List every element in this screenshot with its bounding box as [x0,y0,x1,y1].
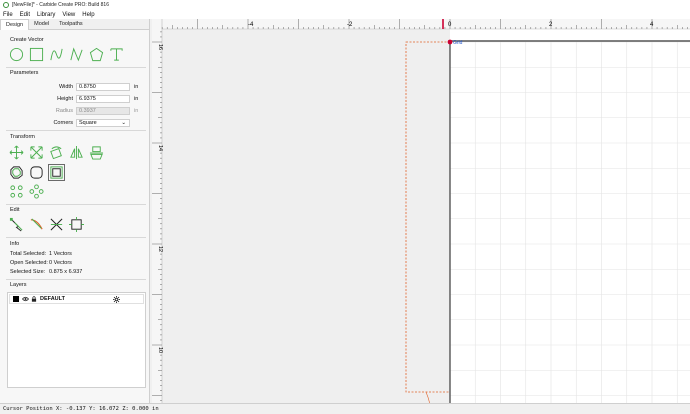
ruler-x-label-neg2: -2 [347,22,353,28]
offset-icon[interactable] [8,164,25,181]
chevron-down-icon: ⌄ [121,119,126,126]
radial-array-icon[interactable] [28,183,45,200]
divider [6,204,146,205]
corners-select[interactable]: Square ⌄ [76,118,130,127]
ruler-x-label-neg4: -4 [248,22,254,28]
grid [449,41,690,403]
open-selected-label: Open Selected: [10,260,48,266]
width-unit: in [134,83,139,90]
width-row: Width 0.8750 in [10,82,146,91]
menu-view[interactable]: View [62,12,75,18]
radius-label: Radius [55,107,73,114]
layer-name: DEFAULT [40,296,65,302]
workspace-background [162,29,450,403]
cursor-position: Cursor Position X: -0.137 Y: 16.072 Z: 0… [3,406,159,412]
create-vector-title: Create Vector [10,37,44,43]
open-selected-row: Open Selected: 0 Vectors [10,260,72,266]
gear-icon[interactable] [112,295,120,303]
width-label: Width [58,83,73,90]
origin-marker [447,39,453,45]
menu-help[interactable]: Help [82,12,94,18]
height-label: Height [57,95,73,102]
join-icon[interactable] [68,216,85,233]
create-vector-tools [8,46,125,63]
tab-model[interactable]: Model [29,19,54,30]
layer-color-swatch[interactable] [13,296,19,302]
cut-icon[interactable] [48,216,65,233]
corners-label: Corners [53,119,73,126]
curve-icon[interactable] [48,46,65,63]
radius-input: 0.3937 [76,106,130,115]
ruler-y-label-12: 12 [157,246,163,252]
window-title: [NewFile]* - Carbide Create PRO: Build 8… [12,2,109,8]
panel-tabs: Design Model Toolpaths [0,19,149,30]
menu-bar: File Edit Library View Help [0,10,690,19]
transform-tools-row-3 [8,183,45,200]
selected-size-value: 0.875 x 6.937 [49,269,83,275]
rotate-icon[interactable] [48,144,65,161]
polyline-icon[interactable] [68,46,85,63]
canvas-svg[interactable]: Grid -4 -2 0 2 4 16 14 12 10 [152,19,690,406]
width-input[interactable]: 0.8750 [76,82,130,91]
total-selected-value: 1 Vectors [49,251,72,257]
menu-library[interactable]: Library [37,12,55,18]
origin-label: Grid [453,40,463,46]
ruler-y-label-10: 10 [157,347,163,353]
divider [6,237,146,238]
corners-row: Corners Square ⌄ [10,118,146,127]
info-title: Info [10,241,20,247]
circle-icon[interactable] [8,46,25,63]
height-unit: in [134,95,139,102]
height-input[interactable]: 6.9375 [76,94,130,103]
tab-toolpaths[interactable]: Toolpaths [54,19,88,30]
design-canvas[interactable]: Grid -4 -2 0 2 4 16 14 12 10 [152,19,690,406]
tab-design[interactable]: Design [0,19,30,30]
transform-tools-row-1 [8,144,105,161]
layers-title: Layers [10,282,27,288]
radius-row: Radius 0.3937 in [10,106,146,115]
layer-row[interactable]: DEFAULT [9,294,144,304]
align-icon[interactable] [88,144,105,161]
rectangle-icon[interactable] [28,46,45,63]
app-icon [3,2,9,8]
left-panel: Design Model Toolpaths Create Vector Par… [0,19,150,403]
title-bar: [NewFile]* - Carbide Create PRO: Build 8… [0,0,690,10]
radius-unit: in [134,107,139,114]
menu-file[interactable]: File [3,12,13,18]
selected-size-label: Selected Size: [10,269,46,275]
transform-title: Transform [10,134,35,140]
eye-icon[interactable] [22,296,29,302]
height-row: Height 6.9375 in [10,94,146,103]
divider [6,67,146,68]
edit-tools [8,216,85,233]
total-selected-row: Total Selected: 1 Vectors [10,251,72,257]
ruler-y-label-14: 14 [157,145,163,151]
bounding-box-icon[interactable] [48,164,65,181]
selected-size-row: Selected Size: 0.875 x 6.937 [10,269,82,275]
array-icon[interactable] [8,183,25,200]
ruler-y-label-16: 16 [157,44,163,50]
parameters-title: Parameters [10,70,39,76]
trim-icon[interactable] [28,216,45,233]
node-edit-icon[interactable] [8,216,25,233]
edit-title: Edit [10,207,20,213]
scale-icon[interactable] [28,144,45,161]
move-icon[interactable] [8,144,25,161]
ruler-left [152,19,162,403]
text-icon[interactable] [108,46,125,63]
divider [6,279,146,280]
total-selected-label: Total Selected: [10,251,47,257]
menu-edit[interactable]: Edit [20,12,30,18]
polygon-icon[interactable] [88,46,105,63]
divider [6,130,146,131]
status-bar: Cursor Position X: -0.137 Y: 16.072 Z: 0… [0,403,690,414]
layers-list: DEFAULT [7,292,146,388]
transform-tools-row-2 [8,164,65,181]
lock-icon[interactable] [31,296,37,302]
corners-value: Square [79,119,97,126]
mirror-icon[interactable] [68,144,85,161]
fillet-icon[interactable] [28,164,45,181]
open-selected-value: 0 Vectors [49,260,72,266]
